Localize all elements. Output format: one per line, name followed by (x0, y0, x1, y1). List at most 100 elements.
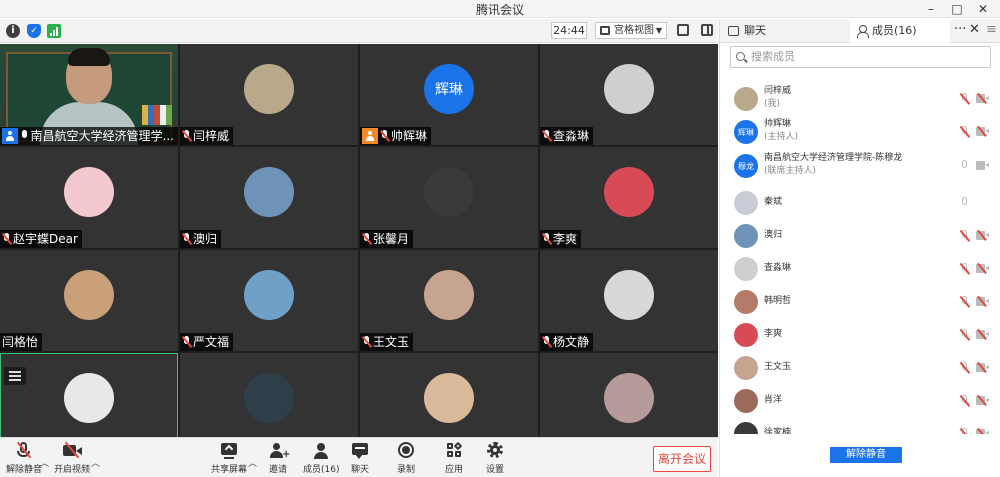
member-row[interactable]: 辉琳 帅辉琳 (主持人) (720, 116, 1000, 148)
settings-button[interactable]: 设置 (485, 442, 505, 475)
member-row[interactable]: 徐家楠 (720, 418, 1000, 434)
microphone-muted-icon[interactable] (959, 126, 970, 138)
video-tile[interactable]: 闫格怡 (0, 250, 178, 351)
chat-button[interactable]: 聊天 (350, 442, 370, 475)
microphone-muted-icon[interactable] (959, 230, 970, 242)
close-panel-button[interactable]: ✕ (969, 19, 980, 43)
member-row[interactable]: 李爽 (720, 319, 1000, 351)
record-button[interactable]: 录制 (396, 442, 416, 475)
video-options-chevron-icon[interactable]: ︿ (91, 456, 100, 469)
member-row[interactable]: 王文玉 (720, 352, 1000, 384)
share-screen-button[interactable]: 共享屏幕 (211, 442, 247, 475)
microphone-muted-icon[interactable] (959, 362, 970, 374)
video-tile[interactable]: 赵宇蝶Dear (0, 147, 178, 248)
video-tile[interactable]: 澳归 (180, 147, 358, 248)
video-tile[interactable]: 闫梓威 (180, 44, 358, 145)
member-info: 南昌航空大学经济管理学院-陈穆龙 (联席主持人) (764, 152, 902, 178)
microphone-icon[interactable] (960, 197, 970, 209)
participant-avatar (604, 166, 654, 217)
side-panel-icon[interactable] (701, 24, 713, 36)
share-screen-label: 共享屏幕 (211, 465, 248, 475)
participant-name: 闫格怡 (2, 335, 39, 349)
camera-off-icon[interactable] (976, 395, 989, 406)
view-mode-dropdown[interactable]: 宫格视图 ▼ (595, 22, 667, 39)
microphone-muted-icon (541, 129, 553, 143)
audio-options-chevron-icon[interactable]: ︿ (40, 456, 49, 469)
tab-members[interactable]: 成员(16) (850, 19, 950, 44)
video-tile[interactable]: 张馨月 (360, 147, 538, 248)
list-icon[interactable] (4, 367, 26, 385)
video-tile[interactable]: 南昌航空大学经济管理学... (0, 44, 178, 145)
member-avatar: 辉琳 (734, 120, 758, 144)
apps-button[interactable]: 应用 (444, 441, 464, 475)
close-button[interactable]: ✕ (970, 0, 996, 18)
member-search-input[interactable]: 搜索成员 (730, 46, 991, 68)
member-row[interactable]: 查淼琳 (720, 253, 1000, 285)
camera-off-icon[interactable] (976, 329, 989, 340)
participant-name: 杨文静 (553, 335, 590, 349)
tab-chat[interactable]: 聊天 (722, 19, 850, 43)
participant-name: 南昌航空大学经济管理学... (30, 129, 174, 143)
microphone-icon (20, 130, 29, 142)
video-tile[interactable]: 严文福 (180, 250, 358, 351)
menu-icon[interactable]: ≡ (986, 19, 997, 43)
fullscreen-icon[interactable] (677, 24, 689, 36)
maximize-button[interactable]: □ (944, 0, 970, 18)
video-tile[interactable]: 查淼琳 (540, 44, 718, 145)
microphone-muted-icon[interactable] (959, 329, 970, 341)
more-options-button[interactable]: ··· (954, 19, 966, 43)
participant-name: 澳归 (193, 232, 218, 246)
member-info: 澳归 (764, 229, 782, 242)
camera-off-icon[interactable] (976, 93, 989, 104)
camera-off-icon[interactable] (976, 263, 989, 274)
member-row[interactable]: 穆龙 南昌航空大学经济管理学院-陈穆龙 (联席主持人) (720, 150, 1000, 182)
info-icon[interactable]: i (6, 24, 20, 38)
member-name: 南昌航空大学经济管理学院-陈穆龙 (764, 153, 903, 163)
member-row[interactable]: 闫梓威 (我) (720, 83, 1000, 115)
video-tile[interactable] (540, 353, 718, 437)
microphone-muted-icon[interactable] (959, 395, 970, 407)
microphone-muted-icon[interactable] (959, 428, 970, 434)
camera-off-icon[interactable] (976, 296, 989, 307)
signal-icon[interactable] (47, 24, 61, 38)
microphone-muted-icon[interactable] (959, 263, 970, 275)
host-badge-icon (362, 128, 378, 144)
participant-nametag: 闫梓威 (180, 127, 234, 145)
members-button[interactable]: 成员(16) (303, 442, 339, 475)
invite-button[interactable]: + 邀请 (268, 442, 290, 475)
camera-off-icon[interactable] (976, 230, 989, 241)
participant-nametag: 赵宇蝶Dear (0, 230, 82, 248)
camera-off-icon[interactable] (976, 126, 989, 137)
microphone-icon[interactable] (960, 160, 970, 172)
share-options-chevron-icon[interactable]: ︿ (248, 456, 257, 469)
shield-icon[interactable]: ✓ (27, 24, 41, 38)
participant-avatar: 辉琳 (424, 63, 474, 114)
leave-meeting-button[interactable]: 离开会议 (653, 446, 711, 472)
participant-avatar (604, 372, 654, 423)
unmute-label: 解除静音 (6, 465, 43, 475)
camera-off-icon[interactable] (976, 428, 989, 434)
microphone-muted-icon[interactable] (959, 93, 970, 105)
member-row[interactable]: 肖洋 (720, 385, 1000, 417)
minimize-button[interactable]: – (918, 0, 944, 18)
video-tile[interactable]: 李爽 (540, 147, 718, 248)
member-row[interactable]: 韩明哲 (720, 286, 1000, 318)
video-tile[interactable] (360, 353, 538, 437)
member-row[interactable]: 秦斌 (720, 187, 1000, 219)
member-row[interactable]: 澳归 (720, 220, 1000, 252)
video-tile[interactable]: 杨文静 (540, 250, 718, 351)
camera-icon[interactable] (976, 161, 989, 170)
unmute-all-button[interactable]: 解除静音 (830, 447, 902, 463)
video-tile[interactable]: 王文玉 (360, 250, 538, 351)
video-tile[interactable]: 辉琳 帅辉琳 (360, 44, 538, 145)
member-role: (主持人) (764, 132, 799, 142)
video-tile[interactable] (0, 353, 178, 437)
microphone-muted-icon[interactable] (959, 296, 970, 308)
video-tile[interactable] (180, 353, 358, 437)
unmute-button[interactable]: 解除静音 (6, 441, 43, 475)
camera-off-icon[interactable] (976, 362, 989, 373)
participant-nametag: 杨文静 (540, 333, 594, 351)
apps-label: 应用 (444, 465, 463, 475)
start-video-button[interactable]: 开启视频 (54, 441, 90, 475)
view-mode-label: 宫格视图 (614, 25, 654, 36)
